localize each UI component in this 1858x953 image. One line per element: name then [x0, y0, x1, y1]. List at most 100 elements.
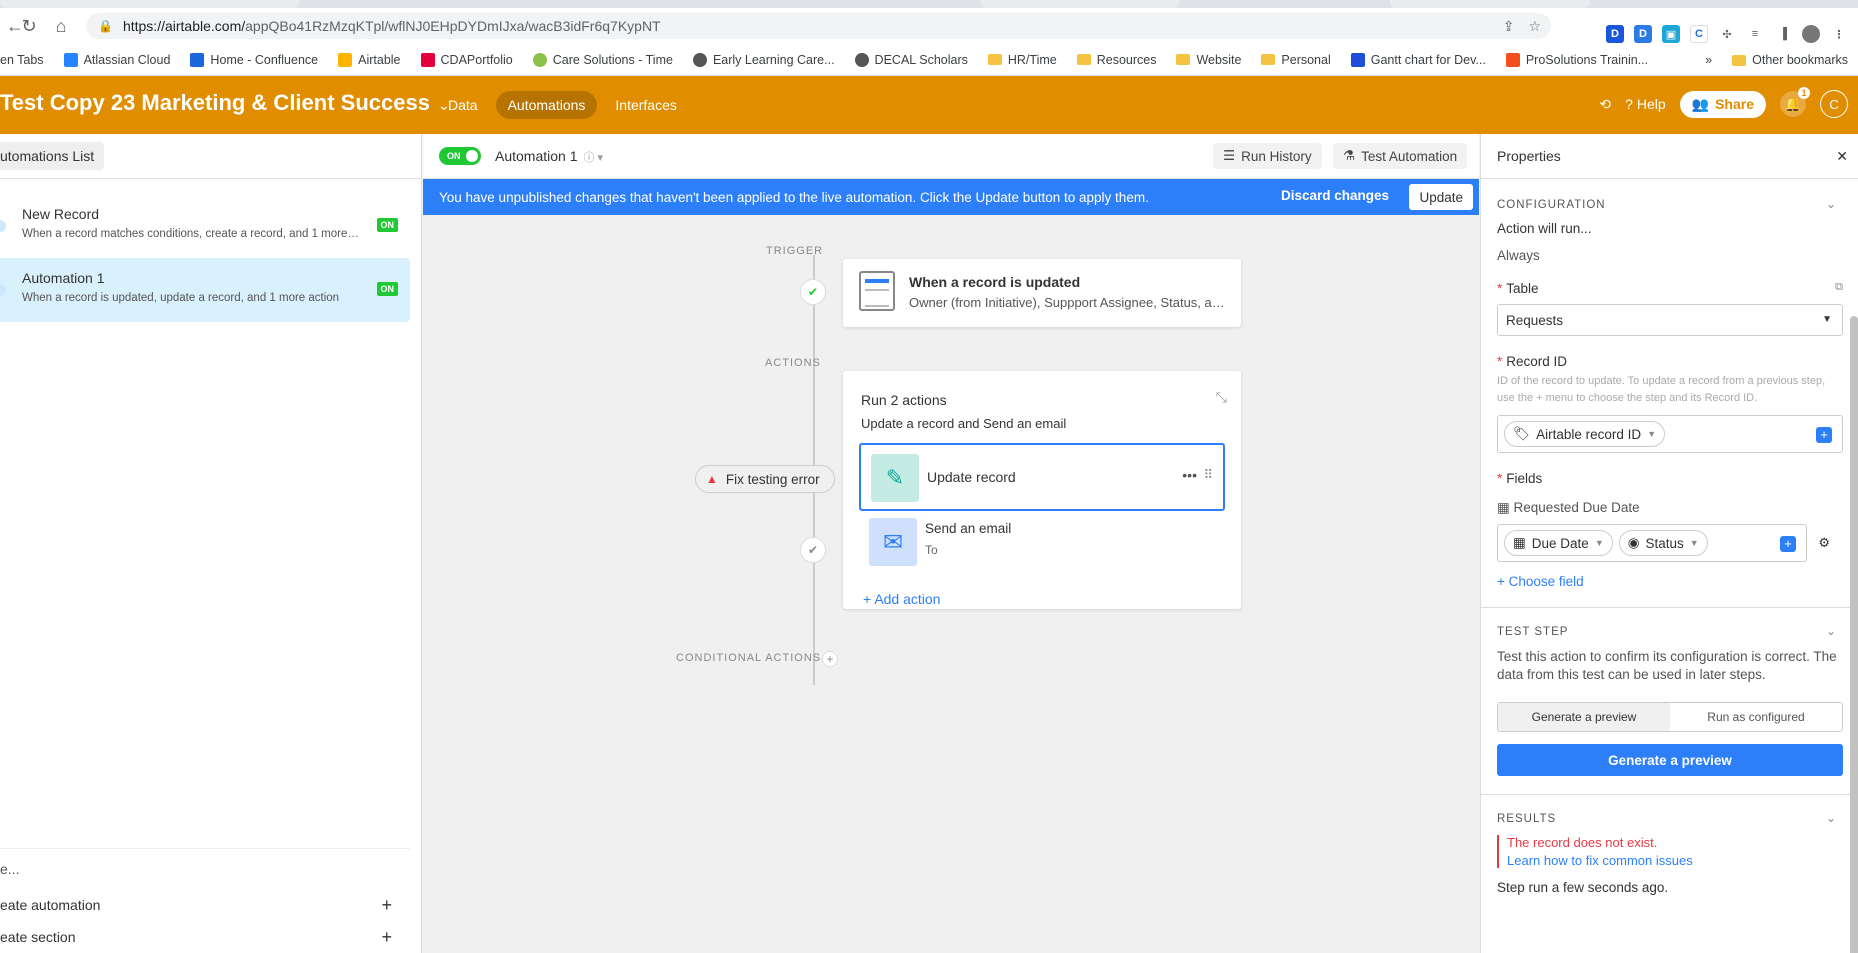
- browser-tab[interactable]: [1390, 0, 1590, 8]
- browser-tab[interactable]: [980, 0, 1180, 8]
- drag-handle-icon[interactable]: ⠿: [1203, 467, 1213, 483]
- share-page-icon[interactable]: ⇪: [1503, 18, 1515, 35]
- choose-field-button[interactable]: + Choose field: [1497, 574, 1843, 589]
- fix-testing-error-button[interactable]: ▲ Fix testing error: [695, 465, 835, 493]
- generate-preview-button[interactable]: Generate a preview: [1497, 744, 1843, 776]
- avatar[interactable]: C: [1820, 90, 1848, 118]
- automation-toolbar: ON Automation 1 ⓘ ▾ ☰ Run History ⚗ Test Au…: [423, 134, 1479, 179]
- discard-changes-button[interactable]: Discard changes: [1281, 188, 1389, 203]
- other-bookmarks[interactable]: Other bookmarks: [1732, 53, 1848, 67]
- add-action-button[interactable]: + Add action: [863, 591, 940, 607]
- add-conditional-icon[interactable]: +: [822, 651, 838, 667]
- status-token[interactable]: ◉ Status ▼: [1618, 530, 1708, 556]
- bookmark-item[interactable]: ProSolutions Trainin...: [1505, 52, 1648, 67]
- plus-icon: +: [863, 591, 872, 607]
- extension-screen-icon[interactable]: ▣: [1662, 25, 1680, 43]
- home-icon[interactable]: ⌂: [46, 11, 76, 41]
- test-step-section[interactable]: TEST STEP ⌄: [1497, 624, 1843, 638]
- trigger-icon: [0, 220, 6, 232]
- configuration-section[interactable]: CONFIGURATION ⌄: [1497, 197, 1843, 211]
- plus-icon: +: [381, 926, 392, 947]
- automation-name[interactable]: Automation 1 ⓘ ▾: [495, 148, 603, 165]
- plus-icon[interactable]: +: [1816, 427, 1832, 443]
- bookmark-item[interactable]: Gantt chart for Dev...: [1350, 52, 1486, 67]
- history-icon[interactable]: ⟲: [1599, 96, 1611, 113]
- extension-d-icon[interactable]: D: [1606, 25, 1624, 43]
- test-automation-button[interactable]: ⚗ Test Automation: [1333, 143, 1468, 169]
- bookmark-item[interactable]: Early Learning Care...: [692, 52, 835, 67]
- plus-icon[interactable]: +: [1780, 536, 1796, 552]
- automation-item-new-record[interactable]: New Record When a record matches conditi…: [0, 194, 410, 258]
- expand-icon[interactable]: ⧉: [1835, 281, 1843, 294]
- care-solutions-icon: [532, 52, 547, 67]
- reload-icon[interactable]: ↻: [14, 11, 44, 41]
- base-title[interactable]: Test Copy 23 Marketing & Client Success ⌄: [0, 90, 450, 116]
- bookmark-folder[interactable]: HR/Time: [987, 53, 1057, 67]
- create-section-button[interactable]: eate section +: [0, 921, 410, 953]
- chevron-down-icon: ▼: [1689, 538, 1699, 548]
- create-automation-button[interactable]: eate automation +: [0, 889, 410, 921]
- notification-bell-icon[interactable]: 🔔 1: [1780, 87, 1810, 117]
- extension-d2-icon[interactable]: D: [1634, 25, 1652, 43]
- step-run-time: Step run a few seconds ago.: [1497, 880, 1669, 895]
- action-update-record[interactable]: ✎ Update record ••• ⠿: [859, 443, 1225, 511]
- table-select[interactable]: Requests ▼: [1497, 304, 1843, 336]
- automation-desc: When a record is updated, update a recor…: [22, 292, 340, 304]
- nav-automations[interactable]: Automations: [495, 91, 598, 119]
- bookmark-item[interactable]: en Tabs: [0, 53, 44, 67]
- tab-run-as-configured[interactable]: Run as configured: [1670, 703, 1842, 731]
- collapse-icon[interactable]: ⤡: [1216, 389, 1227, 406]
- bookmark-folder[interactable]: Website: [1176, 53, 1241, 67]
- prosolutions-icon: [1505, 52, 1520, 67]
- fields-input[interactable]: ▦ Due Date ▼ ◉ Status ▼ + ⚙: [1497, 524, 1830, 562]
- nav-interfaces[interactable]: Interfaces: [603, 91, 688, 119]
- record-id-input[interactable]: 🏷 Airtable record ID ▼ +: [1497, 415, 1843, 453]
- more-icon[interactable]: •••: [1182, 467, 1197, 483]
- automation-desc: When a record matches conditions, create…: [22, 228, 362, 240]
- bookmark-folder[interactable]: Resources: [1076, 53, 1156, 67]
- close-icon[interactable]: ✕: [1836, 148, 1848, 165]
- run-history-button[interactable]: ☰ Run History: [1213, 143, 1322, 169]
- bookmark-item[interactable]: Home - Confluence: [190, 52, 318, 67]
- extension-c-icon[interactable]: C: [1690, 25, 1708, 43]
- info-icon[interactable]: ⓘ ▾: [584, 152, 604, 164]
- update-button[interactable]: Update: [1409, 184, 1473, 210]
- trigger-card[interactable]: When a record is updated Owner (from Ini…: [843, 259, 1241, 327]
- tab-generate-preview[interactable]: Generate a preview: [1498, 703, 1670, 731]
- bookmark-item[interactable]: Care Solutions - Time: [532, 52, 673, 67]
- bookmark-item[interactable]: Airtable: [338, 52, 401, 67]
- automation-toggle[interactable]: ON: [439, 147, 481, 165]
- chevron-down-icon: ⌄: [1825, 197, 1837, 211]
- properties-scrollbar[interactable]: [1850, 316, 1858, 953]
- action-send-email[interactable]: ✉ Send an email To: [859, 509, 1225, 577]
- chevron-down-icon: ⌄: [1825, 811, 1837, 825]
- folder-icon: [1732, 54, 1747, 66]
- globe-icon: [692, 52, 707, 67]
- results-section[interactable]: RESULTS ⌄: [1497, 811, 1843, 825]
- nav-data[interactable]: Data: [436, 91, 490, 119]
- trigger-label: TRIGGER: [766, 245, 824, 257]
- profile-avatar[interactable]: [1802, 25, 1820, 43]
- url-bar[interactable]: 🔒 https://airtable.com/appQBo41RzMzqKTpl…: [86, 13, 1551, 39]
- media-queue-icon[interactable]: ≡: [1746, 25, 1764, 43]
- learn-fix-link[interactable]: Learn how to fix common issues: [1507, 853, 1843, 868]
- bookmark-star-icon[interactable]: ☆: [1528, 18, 1541, 35]
- due-date-token[interactable]: ▦ Due Date ▼: [1504, 530, 1613, 556]
- record-id-token[interactable]: 🏷 Airtable record ID ▼: [1504, 421, 1666, 447]
- automation-item-automation-1[interactable]: Automation 1 When a record is updated, u…: [0, 258, 410, 322]
- extensions-puzzle-icon[interactable]: ✣: [1718, 25, 1736, 43]
- bookmark-folder[interactable]: Personal: [1261, 53, 1331, 67]
- help-button[interactable]: ? Help: [1625, 96, 1665, 112]
- share-button[interactable]: 👥 Share: [1679, 90, 1766, 118]
- more-bookmarks-icon[interactable]: »: [1705, 53, 1712, 67]
- action-run-label: Action will run...: [1497, 221, 1592, 236]
- browser-tab[interactable]: [0, 0, 300, 8]
- side-panel-icon[interactable]: ▐: [1774, 25, 1792, 43]
- browser-menu-icon[interactable]: ⋮: [1830, 25, 1848, 43]
- automations-list-button[interactable]: utomations List: [0, 142, 105, 170]
- action-label: Update record: [927, 469, 1016, 485]
- bookmark-item[interactable]: CDAPortfolio: [420, 52, 513, 67]
- bookmark-item[interactable]: Atlassian Cloud: [63, 52, 170, 67]
- bookmark-item[interactable]: DECAL Scholars: [854, 52, 968, 67]
- gear-icon[interactable]: ⚙: [1818, 535, 1830, 551]
